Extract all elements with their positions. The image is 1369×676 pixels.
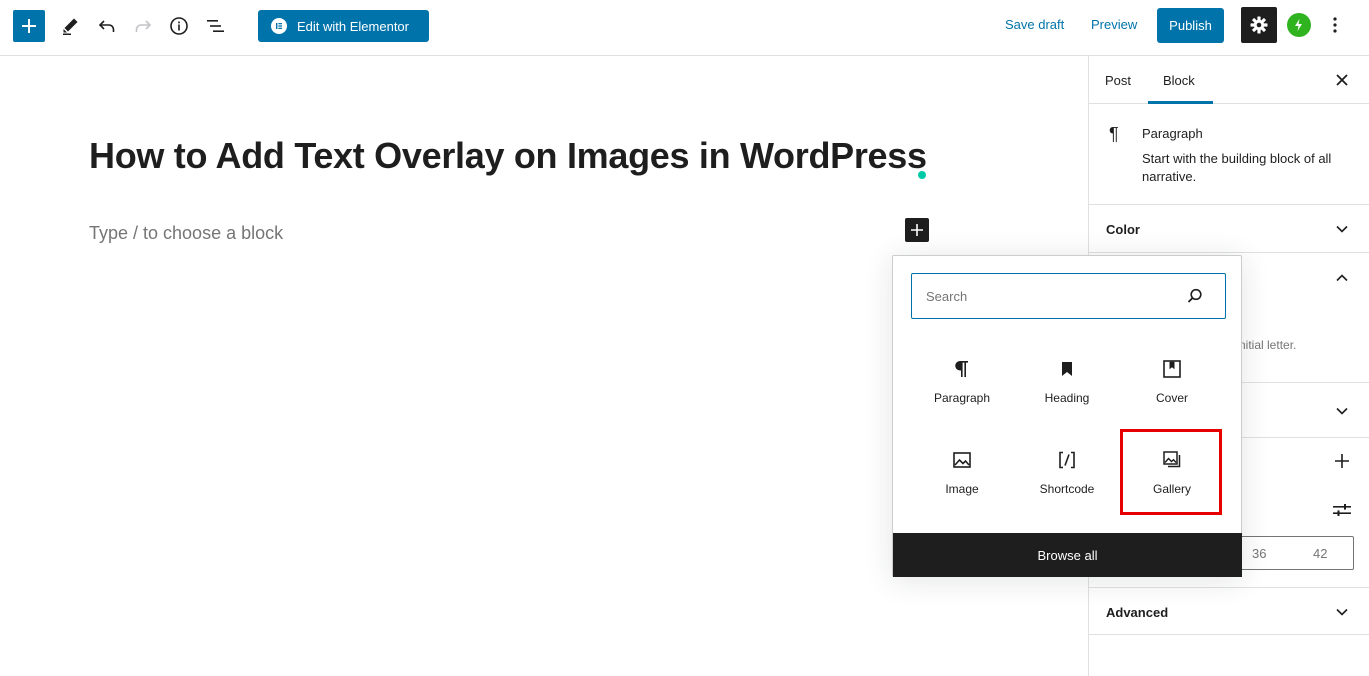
edit-with-elementor-label: Edit with Elementor [297, 18, 409, 34]
tab-post[interactable]: Post [1105, 73, 1131, 88]
advanced-panel[interactable]: Advanced [1089, 587, 1369, 635]
font-size-option[interactable]: 36 [1252, 546, 1266, 561]
edit-with-elementor-button[interactable]: Edit with Elementor [258, 10, 429, 42]
gallery-highlight-box [1120, 429, 1222, 515]
inserter-item-label: Shortcode [1039, 482, 1095, 496]
empty-block-placeholder[interactable]: Type / to choose a block [89, 223, 283, 244]
settings-button[interactable] [1241, 7, 1277, 43]
inline-block-inserter-button[interactable] [905, 218, 929, 242]
more-vertical-icon [1333, 17, 1337, 33]
cover-icon [1160, 357, 1184, 381]
color-panel-title: Color [1106, 222, 1140, 237]
image-icon [950, 448, 974, 472]
plus-icon [911, 224, 923, 236]
chevron-up-icon[interactable] [1333, 269, 1351, 287]
tools-button[interactable] [54, 10, 86, 42]
close-sidebar-button[interactable] [1332, 70, 1352, 90]
block-card: ¶ Paragraph Start with the building bloc… [1089, 104, 1369, 205]
inserter-item-heading[interactable]: Heading [1019, 349, 1115, 425]
quick-inserter-popover: Paragraph Heading Cover Image Shortcode … [892, 255, 1242, 577]
pencil-icon [63, 18, 78, 35]
close-icon [1336, 74, 1348, 86]
inserter-search-input[interactable] [926, 284, 1176, 308]
inserter-item-label: Cover [1155, 391, 1188, 405]
inserter-search[interactable] [911, 273, 1226, 319]
font-size-picker[interactable]: 36 42 [1241, 536, 1354, 570]
paragraph-icon [950, 357, 974, 381]
list-view-icon [207, 20, 224, 32]
options-menu-button[interactable] [1325, 13, 1345, 37]
add-item-button[interactable] [1333, 452, 1351, 470]
sidebar-tabs: Post Block [1089, 56, 1369, 104]
list-view-button[interactable] [199, 10, 231, 42]
preview-button[interactable]: Preview [1091, 17, 1137, 32]
editor-top-toolbar: Edit with Elementor Save draft Preview P… [0, 0, 1369, 56]
undo-icon [98, 20, 115, 32]
save-draft-button[interactable]: Save draft [1005, 17, 1064, 32]
jetpack-button[interactable] [1287, 13, 1311, 37]
sliders-icon [1333, 504, 1351, 516]
chevron-down-icon [1333, 402, 1351, 420]
inserter-item-label: Image [945, 482, 979, 496]
custom-size-button[interactable] [1333, 501, 1351, 519]
redo-icon [135, 20, 152, 32]
inserter-item-label: Paragraph [933, 391, 991, 405]
inserter-item-shortcode[interactable]: Shortcode [1019, 440, 1115, 516]
jetpack-bolt-icon [1295, 19, 1302, 31]
inserter-item-cover[interactable]: Cover [1124, 349, 1220, 425]
paragraph-icon: ¶ [1109, 124, 1119, 144]
inserter-item-paragraph[interactable]: Paragraph [914, 349, 1010, 425]
color-panel[interactable]: Color [1089, 205, 1369, 253]
chevron-down-icon [1333, 220, 1351, 238]
inserter-item-label: Heading [1044, 391, 1090, 405]
post-title[interactable]: How to Add Text Overlay on Images in Wor… [89, 135, 927, 177]
block-inserter-toggle-button[interactable] [13, 10, 45, 42]
block-card-description: Start with the building block of all nar… [1142, 151, 1332, 184]
gear-icon [1250, 16, 1268, 34]
redo-button[interactable] [127, 10, 159, 42]
status-dot [918, 171, 926, 179]
browse-all-button[interactable]: Browse all [893, 533, 1242, 577]
plus-icon [22, 19, 36, 33]
inserter-item-image[interactable]: Image [914, 440, 1010, 516]
shortcode-icon [1055, 448, 1079, 472]
advanced-panel-title: Advanced [1106, 605, 1169, 620]
details-button[interactable] [163, 10, 195, 42]
search-icon [1187, 288, 1202, 303]
undo-button[interactable] [91, 10, 123, 42]
tab-block[interactable]: Block [1163, 73, 1195, 88]
publish-button[interactable]: Publish [1157, 8, 1224, 43]
font-size-option[interactable]: 42 [1313, 546, 1327, 561]
chevron-down-icon [1333, 603, 1351, 621]
drop-cap-help-text: nitial letter. [1239, 338, 1297, 352]
elementor-icon [271, 18, 287, 34]
bookmark-icon [1055, 357, 1079, 381]
info-icon [170, 17, 188, 35]
plus-icon [1335, 454, 1349, 468]
block-card-title: Paragraph [1142, 126, 1203, 141]
